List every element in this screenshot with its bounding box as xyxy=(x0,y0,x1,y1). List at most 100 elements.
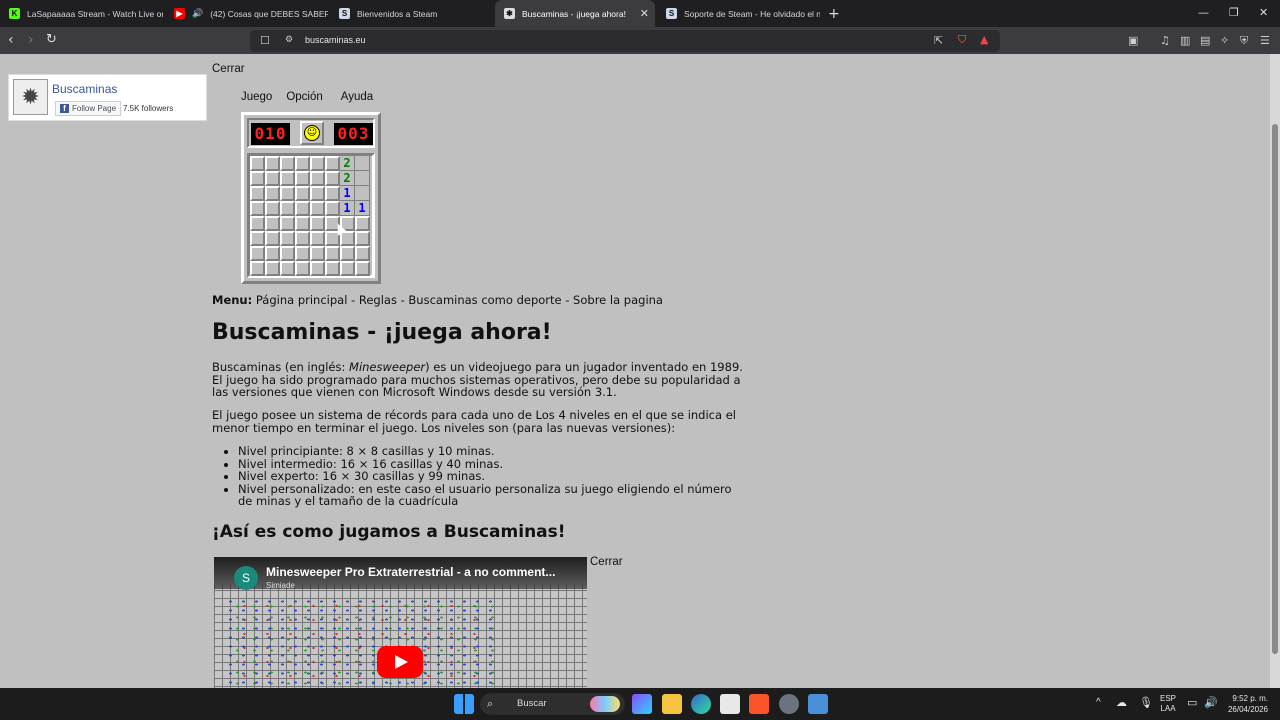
file-explorer-icon[interactable] xyxy=(662,694,682,714)
bookmark-icon[interactable]: ☐ xyxy=(260,34,270,47)
site-info-icon[interactable]: ⚙ xyxy=(285,35,293,45)
hidden-cell[interactable] xyxy=(265,156,280,171)
hidden-cell[interactable] xyxy=(265,201,280,216)
hidden-cell[interactable] xyxy=(310,186,325,201)
menu-juego[interactable]: Juego xyxy=(241,91,272,103)
hidden-cell[interactable] xyxy=(280,186,295,201)
hidden-cell[interactable] xyxy=(310,201,325,216)
calculator-icon[interactable] xyxy=(808,694,828,714)
hidden-cell[interactable] xyxy=(325,261,340,276)
hidden-cell[interactable] xyxy=(325,156,340,171)
hidden-cell[interactable] xyxy=(295,156,310,171)
volume-icon[interactable]: 🔊 xyxy=(1204,696,1218,709)
reload-icon[interactable]: ↻ xyxy=(46,32,57,47)
hidden-cell[interactable] xyxy=(250,186,265,201)
hidden-cell[interactable] xyxy=(250,216,265,231)
hidden-cell[interactable] xyxy=(295,201,310,216)
brave-shields-icon[interactable]: ⛉ xyxy=(958,33,966,47)
brave-icon[interactable] xyxy=(749,694,769,714)
clock[interactable]: 9:52 p. m. 26/04/2026 xyxy=(1224,693,1268,715)
facebook-page-name[interactable]: Buscaminas xyxy=(52,82,117,96)
taskbar-search[interactable]: ⌕ Buscar xyxy=(480,693,625,715)
hidden-cell[interactable] xyxy=(310,231,325,246)
url-text[interactable]: buscaminas.eu xyxy=(305,35,366,45)
media-icon[interactable]: ♫ xyxy=(1160,34,1170,47)
hidden-cell[interactable] xyxy=(325,186,340,201)
hidden-cell[interactable] xyxy=(280,156,295,171)
video-channel[interactable]: Simiade xyxy=(266,581,295,590)
store-icon[interactable] xyxy=(720,694,740,714)
hidden-cell[interactable] xyxy=(280,246,295,261)
tab-kick[interactable]: K LaSapaaaaa Stream - Watch Live on K xyxy=(0,0,163,27)
hidden-cell[interactable] xyxy=(250,156,265,171)
address-bar[interactable]: ☐ ⚙ buscaminas.eu ⇱ ⛉ ▲ xyxy=(250,30,1000,52)
hidden-cell[interactable] xyxy=(265,216,280,231)
screenshot-icon[interactable]: ▣ xyxy=(1128,34,1138,47)
tab-steam-welcome[interactable]: S Bienvenidos a Steam xyxy=(330,0,493,27)
brave-rewards-icon[interactable]: ▲ xyxy=(980,33,988,46)
close-video-link[interactable]: Cerrar xyxy=(590,556,623,568)
hidden-cell[interactable] xyxy=(340,246,355,261)
hidden-cell[interactable] xyxy=(325,246,340,261)
menu-ayuda[interactable]: Ayuda xyxy=(341,91,373,103)
revealed-cell[interactable]: 2 xyxy=(340,171,355,186)
back-icon[interactable]: ‹ xyxy=(8,32,14,48)
hidden-cell[interactable] xyxy=(295,186,310,201)
hidden-cell[interactable] xyxy=(250,246,265,261)
hidden-cell[interactable] xyxy=(280,201,295,216)
language-indicator[interactable]: ESP LAA xyxy=(1160,694,1176,714)
hidden-cell[interactable] xyxy=(280,216,295,231)
tray-chevron-icon[interactable]: ^ xyxy=(1096,697,1101,708)
hidden-cell[interactable] xyxy=(310,171,325,186)
channel-avatar[interactable]: S xyxy=(234,566,258,590)
tab-steam-support[interactable]: S Soporte de Steam - He olvidado el n xyxy=(657,0,820,27)
play-button-icon[interactable] xyxy=(377,646,423,678)
hidden-cell[interactable] xyxy=(250,171,265,186)
hidden-cell[interactable] xyxy=(310,261,325,276)
hidden-cell[interactable] xyxy=(265,171,280,186)
speaker-icon[interactable]: 🔊 xyxy=(192,8,203,19)
site-menu-links[interactable]: Página principal - Reglas - Buscaminas c… xyxy=(256,293,663,307)
mine-avatar-icon[interactable]: ✹ xyxy=(13,79,48,115)
revealed-cell[interactable]: 1 xyxy=(340,186,355,201)
revealed-cell[interactable]: 1 xyxy=(355,201,370,216)
sidebar-icon[interactable]: ▥ xyxy=(1180,34,1190,47)
hidden-cell[interactable] xyxy=(310,156,325,171)
hidden-cell[interactable] xyxy=(325,171,340,186)
hidden-cell[interactable] xyxy=(250,201,265,216)
hidden-cell[interactable] xyxy=(310,216,325,231)
revealed-cell[interactable]: 2 xyxy=(340,156,355,171)
hidden-cell[interactable] xyxy=(295,246,310,261)
wallet-icon[interactable]: ▤ xyxy=(1200,34,1210,47)
hidden-cell[interactable] xyxy=(355,246,370,261)
microphone-icon[interactable]: 🎙 xyxy=(1139,696,1153,709)
hidden-cell[interactable] xyxy=(340,261,355,276)
hidden-cell[interactable] xyxy=(295,216,310,231)
follow-page-button[interactable]: f Follow Page xyxy=(55,101,122,116)
steam-taskbar-icon[interactable] xyxy=(779,694,799,714)
revealed-cell[interactable] xyxy=(355,171,370,186)
tab-buscaminas[interactable]: ✱ Buscaminas - ¡juega ahora! ✕ xyxy=(495,0,655,27)
scrollbar-thumb[interactable] xyxy=(1272,124,1278,654)
youtube-video-embed[interactable]: S Minesweeper Pro Extraterrestrial - a n… xyxy=(214,557,587,688)
hidden-cell[interactable] xyxy=(280,231,295,246)
hidden-cell[interactable] xyxy=(250,231,265,246)
hidden-cell[interactable] xyxy=(265,186,280,201)
windows-start-icon[interactable] xyxy=(454,694,474,714)
copilot-icon[interactable] xyxy=(632,694,652,714)
tab-youtube[interactable]: ▶ 🔊 (42) Cosas que DEBES SABER ant xyxy=(165,0,328,27)
maximize-icon[interactable]: ❐ xyxy=(1229,6,1239,19)
smiley-button[interactable]: ☺ xyxy=(300,121,324,145)
hidden-cell[interactable] xyxy=(355,231,370,246)
hidden-cell[interactable] xyxy=(325,201,340,216)
hidden-cell[interactable] xyxy=(310,246,325,261)
close-ad-link[interactable]: Cerrar xyxy=(212,63,245,75)
menu-opcion[interactable]: Opción xyxy=(286,91,322,103)
window-close-icon[interactable]: ✕ xyxy=(1259,6,1268,19)
hidden-cell[interactable] xyxy=(250,261,265,276)
new-tab-icon[interactable]: + xyxy=(828,6,840,22)
hidden-cell[interactable] xyxy=(295,231,310,246)
revealed-cell[interactable] xyxy=(355,186,370,201)
revealed-cell[interactable]: 1 xyxy=(340,201,355,216)
hidden-cell[interactable] xyxy=(265,231,280,246)
